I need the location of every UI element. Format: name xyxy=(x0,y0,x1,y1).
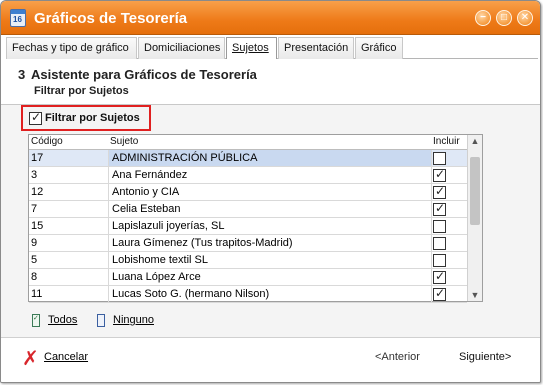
calendar-app-icon: 16 xyxy=(10,9,26,27)
next-button[interactable]: Siguiente> xyxy=(459,351,511,363)
cell-incluir: ✓ xyxy=(433,184,446,199)
cell-codigo: 11 xyxy=(31,288,43,300)
include-checkbox[interactable] xyxy=(433,220,446,233)
check-all-icon: ✓ xyxy=(32,314,40,327)
cell-codigo: 7 xyxy=(31,203,38,215)
table-row[interactable]: 15 Lapislazuli joyerías, SL xyxy=(29,218,467,235)
include-checkbox[interactable]: ✓ xyxy=(433,269,446,284)
cell-sujeto: Lapislazuli joyerías, SL xyxy=(108,218,432,234)
check-icon: ✓ xyxy=(435,184,446,198)
table-row[interactable]: 12 Antonio y CIA ✓ xyxy=(29,184,467,201)
table-row[interactable]: 17 ADMINISTRACIÓN PÚBLICA xyxy=(29,150,467,167)
include-checkbox[interactable] xyxy=(433,254,446,267)
filter-checkbox[interactable]: ✓ xyxy=(29,110,42,125)
include-checkbox[interactable] xyxy=(433,237,446,250)
tab-sujetos[interactable]: Sujetos xyxy=(226,37,277,60)
cell-sujeto: Lobishome textil SL xyxy=(108,252,432,268)
cell-codigo: 12 xyxy=(31,186,44,198)
cell-incluir: ✓ xyxy=(433,167,446,182)
cell-codigo: 8 xyxy=(31,271,38,283)
table-row[interactable]: 8 Luana López Arce ✓ xyxy=(29,269,467,286)
grid-scrollbar[interactable]: ▲ ▼ xyxy=(467,135,482,301)
include-checkbox[interactable]: ✓ xyxy=(433,184,446,199)
include-checkbox[interactable]: ✓ xyxy=(433,167,446,182)
cell-codigo: 5 xyxy=(31,254,38,266)
cell-incluir xyxy=(433,237,446,250)
scroll-up-icon[interactable]: ▲ xyxy=(470,136,480,146)
check-icon: ✓ xyxy=(435,167,446,181)
previous-button[interactable]: <Anterior xyxy=(375,351,420,363)
column-header-sujeto[interactable]: Sujeto xyxy=(110,136,138,147)
tab-fechas[interactable]: Fechas y tipo de gráfico xyxy=(6,37,137,59)
check-icon: ✓ xyxy=(435,269,446,283)
table-row[interactable]: 11 Lucas Soto G. (hermano Nilson) ✓ xyxy=(29,286,467,303)
close-button[interactable]: ✕ xyxy=(517,10,533,26)
cell-codigo: 9 xyxy=(31,237,38,249)
filter-highlight: ✓ Filtrar por Sujetos xyxy=(21,105,151,131)
table-row[interactable]: 7 Celia Esteban ✓ xyxy=(29,201,467,218)
maximize-button[interactable]: □ xyxy=(496,10,512,26)
cell-codigo: 15 xyxy=(31,220,44,232)
tab-bar: Fechas y tipo de gráfico Domiciliaciones… xyxy=(6,37,538,60)
subjects-grid: Código Sujeto Incluir 17 ADMINISTRACIÓN … xyxy=(28,134,483,303)
check-icon: ✓ xyxy=(31,110,42,124)
scroll-thumb[interactable] xyxy=(470,157,480,225)
column-header-incluir[interactable]: Incluir xyxy=(433,136,460,147)
grid-header: Código Sujeto Incluir xyxy=(29,135,467,150)
wizard-subtitle: Filtrar por Sujetos xyxy=(34,85,129,97)
cell-sujeto: Antonio y CIA xyxy=(108,184,432,200)
column-header-codigo[interactable]: Código xyxy=(31,136,63,147)
select-all-label: Todos xyxy=(48,314,78,326)
cell-incluir: ✓ xyxy=(433,201,446,216)
include-checkbox[interactable]: ✓ xyxy=(433,201,446,216)
tab-grafico[interactable]: Gráfico xyxy=(355,37,403,59)
wizard-footer: ✗ Cancelar <Anterior Siguiente> xyxy=(1,337,540,382)
filter-label[interactable]: Filtrar por Sujetos xyxy=(45,112,140,124)
cell-codigo: 3 xyxy=(31,169,38,181)
tab-domiciliaciones[interactable]: Domiciliaciones xyxy=(138,37,225,59)
table-row[interactable]: 9 Laura Gímenez (Tus trapitos-Madrid) xyxy=(29,235,467,252)
cell-sujeto: Celia Esteban xyxy=(108,201,432,217)
title-bar[interactable]: 16 Gráficos de Tesorería − □ ✕ xyxy=(1,1,540,35)
cell-sujeto: Lucas Soto G. (hermano Nilson) xyxy=(108,286,432,302)
tab-presentacion[interactable]: Presentación xyxy=(278,37,354,59)
check-icon: ✓ xyxy=(435,201,446,215)
wizard-window: 16 Gráficos de Tesorería − □ ✕ Fechas y … xyxy=(0,0,541,383)
cancel-button[interactable]: ✗ Cancelar xyxy=(22,349,102,369)
include-checkbox[interactable]: ✓ xyxy=(433,286,446,301)
cell-sujeto: Luana López Arce xyxy=(108,269,432,285)
select-none-label: Ninguno xyxy=(113,314,154,326)
uncheck-all-icon xyxy=(97,314,105,327)
cancel-icon: ✗ xyxy=(22,348,39,370)
cell-incluir: ✓ xyxy=(433,286,446,301)
table-row[interactable]: 5 Lobishome textil SL xyxy=(29,252,467,269)
cancel-label: Cancelar xyxy=(44,351,89,363)
cell-incluir: ✓ xyxy=(433,269,446,284)
window-title: Gráficos de Tesorería xyxy=(34,10,188,27)
minimize-button[interactable]: − xyxy=(475,10,491,26)
check-icon: ✓ xyxy=(435,286,446,300)
table-row[interactable]: 3 Ana Fernández ✓ xyxy=(29,167,467,184)
wizard-header: 3 Asistente para Gráficos de Tesorería F… xyxy=(1,59,540,105)
step-number: 3 xyxy=(18,67,26,82)
cell-sujeto: Ana Fernández xyxy=(108,167,432,183)
wizard-title: Asistente para Gráficos de Tesorería xyxy=(31,67,257,82)
cell-sujeto: Laura Gímenez (Tus trapitos-Madrid) xyxy=(108,235,432,251)
cell-incluir xyxy=(433,152,446,165)
cell-codigo: 17 xyxy=(31,152,44,164)
include-checkbox[interactable] xyxy=(433,152,446,165)
cell-sujeto: ADMINISTRACIÓN PÚBLICA xyxy=(108,150,432,166)
cell-incluir xyxy=(433,254,446,267)
scroll-down-icon[interactable]: ▼ xyxy=(470,290,480,300)
cell-incluir xyxy=(433,220,446,233)
